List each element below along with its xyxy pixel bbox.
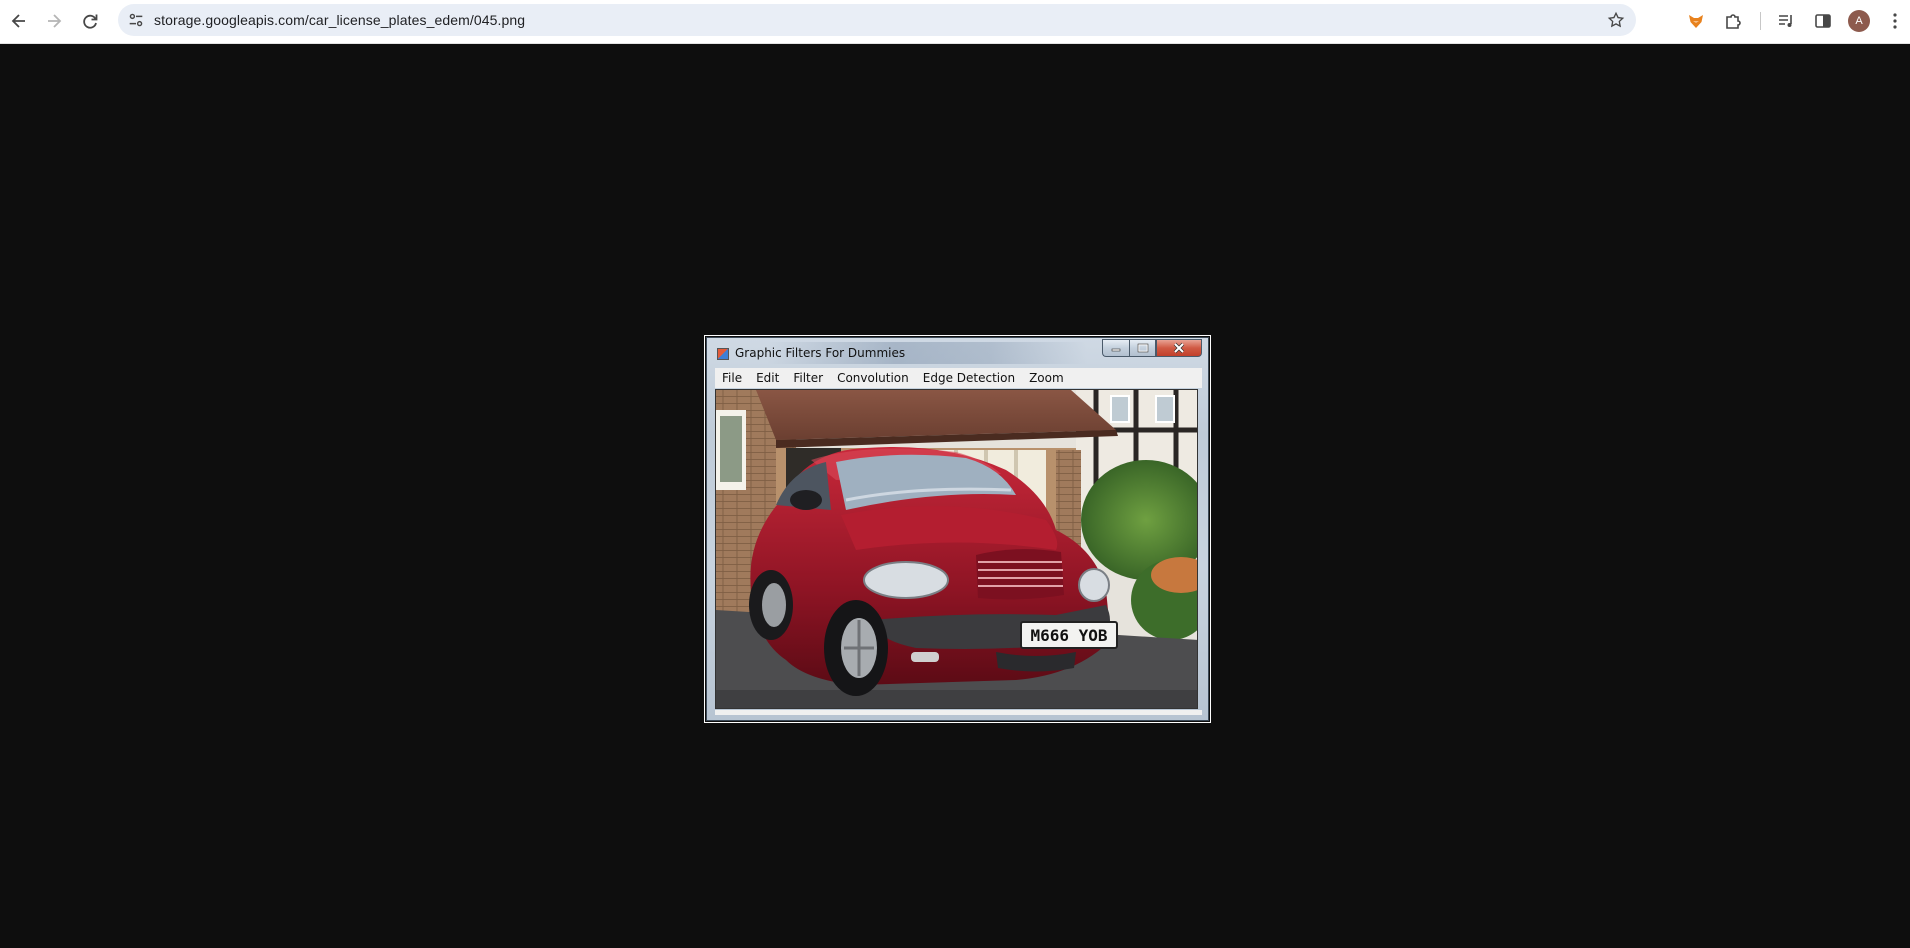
menu-edge-detection[interactable]: Edge Detection [916, 371, 1022, 385]
back-button[interactable] [4, 6, 34, 36]
maximize-button[interactable] [1129, 339, 1156, 357]
car-photo: M666 YOB [716, 390, 1197, 708]
forward-button[interactable] [39, 6, 69, 36]
displayed-image: Graphic Filters For Dummies File Edit Fi… [704, 335, 1211, 723]
license-plate-text: M666 YOB [1030, 626, 1107, 645]
menu-convolution[interactable]: Convolution [830, 371, 916, 385]
app-icon [717, 348, 729, 360]
minimize-button[interactable] [1102, 339, 1129, 357]
reload-icon [83, 14, 98, 29]
back-icon [11, 14, 25, 28]
fox-extension-icon[interactable] [1681, 6, 1711, 36]
toolbar-divider [1760, 12, 1761, 30]
window-title: Graphic Filters For Dummies [735, 346, 906, 360]
reload-button[interactable] [75, 6, 105, 36]
status-strip [715, 710, 1202, 715]
profile-avatar[interactable]: A [1848, 10, 1870, 32]
close-button[interactable] [1156, 339, 1202, 357]
puzzle-icon[interactable] [1718, 6, 1748, 36]
close-icon [1173, 342, 1185, 354]
tune-icon[interactable] [124, 8, 148, 32]
app-window: Graphic Filters For Dummies File Edit Fi… [706, 337, 1209, 721]
maximize-icon [1137, 343, 1148, 353]
sidepanel-icon[interactable] [1808, 6, 1838, 36]
star-icon[interactable] [1604, 8, 1628, 32]
menu-zoom[interactable]: Zoom [1022, 371, 1071, 385]
caption-buttons [1102, 339, 1202, 357]
menu-filter[interactable]: Filter [786, 371, 830, 385]
image-canvas: M666 YOB [715, 389, 1198, 709]
forward-icon [48, 14, 62, 28]
menu-bar: File Edit Filter Convolution Edge Detect… [715, 368, 1202, 388]
browser-toolbar: storage.googleapis.com/car_license_plate… [0, 0, 1910, 44]
kebab-menu-icon[interactable] [1880, 6, 1910, 36]
minimize-icon [1111, 348, 1121, 352]
menu-edit[interactable]: Edit [749, 371, 786, 385]
menu-file[interactable]: File [715, 371, 749, 385]
media-icon[interactable] [1771, 6, 1801, 36]
url-text: storage.googleapis.com/car_license_plate… [154, 12, 526, 28]
address-bar[interactable]: storage.googleapis.com/car_license_plate… [118, 4, 1636, 36]
